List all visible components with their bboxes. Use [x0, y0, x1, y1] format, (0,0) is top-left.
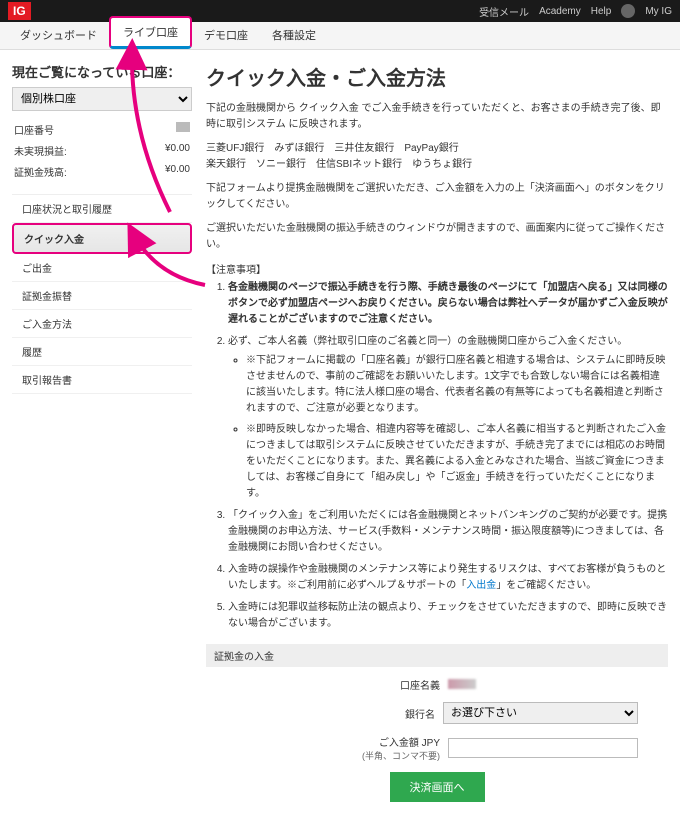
row-unrealized-pl: 未実現損益:¥0.00 — [12, 140, 192, 161]
menu-deposit-method[interactable]: ご入金方法 — [12, 310, 192, 338]
top-link-help[interactable]: Help — [591, 6, 612, 17]
label-bank: 銀行名 — [405, 706, 435, 721]
page-title: クイック入金・ご入金方法 — [206, 62, 668, 91]
menu-status-history[interactable]: 口座状況と取引履歴 — [12, 195, 192, 223]
menu-withdrawal[interactable]: ご出金 — [12, 254, 192, 282]
intro2: 下記フォームより提携金融機関をご選択いただき、ご入金額を入力の上「決済画面へ」の… — [206, 181, 668, 213]
notes-list: 各金融機関のページで振込手続きを行う際、手続き最後のページにて「加盟店へ戻る」又… — [206, 280, 668, 632]
navbar: ダッシュボード ライブ口座 デモ口座 各種設定 — [0, 22, 680, 50]
intro3: ご選択いただいた金融機関の振込手続きのウィンドウが開きますので、画面案内に従って… — [206, 221, 668, 253]
bank-select[interactable]: お選び下さい — [443, 702, 638, 724]
section-margin-deposit: 証拠金の入金 — [206, 644, 668, 667]
note-5: 入金時には犯罪収益移転防止法の観点より、チェックをさせていただきますので、即時に… — [228, 600, 668, 632]
note-1: 各金融機関のページで振込手続きを行う際、手続き最後のページにて「加盟店へ戻る」又… — [228, 280, 668, 328]
value-account-name — [448, 679, 638, 690]
account-select[interactable]: 個別株口座 — [12, 87, 192, 111]
submit-button[interactable]: 決済画面へ — [390, 772, 485, 802]
row-account-number: 口座番号 — [12, 119, 192, 140]
topbar: IG 受信メール Academy Help My IG — [0, 0, 680, 22]
top-link-myig[interactable]: My IG — [645, 6, 672, 17]
menu-trade-report[interactable]: 取引報告書 — [12, 366, 192, 394]
banks-list: 三菱UFJ銀行 みずほ銀行 三井住友銀行 PayPay銀行 楽天銀行 ソニー銀行… — [206, 141, 668, 173]
label-amount: ご入金額 JPY — [362, 734, 440, 749]
label-account-name: 口座名義 — [400, 677, 440, 692]
nav-demo-account[interactable]: デモ口座 — [192, 21, 260, 49]
nav-settings[interactable]: 各種設定 — [260, 21, 328, 49]
note-2: 必ず、ご本人名義（弊社取引口座のご名義と同一）の金融機関口座からご入金ください。… — [228, 334, 668, 502]
note-3: 「クイック入金」をご利用いただくには各金融機関とネットバンキングのご契約が必要で… — [228, 508, 668, 556]
deposit-form: 口座名義 銀行名 お選び下さい ご入金額 JPY (半角、コンマ不要) — [206, 677, 668, 802]
user-icon[interactable] — [621, 4, 635, 18]
note-title: 【注意事項】 — [206, 261, 668, 276]
sidebar: 現在ご覧になっている口座： 個別株口座 口座番号 未実現損益:¥0.00 証拠金… — [12, 62, 192, 802]
amount-input[interactable] — [448, 738, 638, 758]
menu-margin-transfer[interactable]: 証拠金振替 — [12, 282, 192, 310]
sidebar-title: 現在ご覧になっている口座： — [12, 62, 192, 81]
menu-history[interactable]: 履歴 — [12, 338, 192, 366]
menu-quick-deposit[interactable]: クイック入金 — [12, 223, 192, 254]
intro1: 下記の金融機関から クイック入金 でご入金手続きを行っていただくと、お客さまの手… — [206, 101, 668, 133]
link-deposit-withdraw[interactable]: 入出金 — [466, 580, 496, 591]
label-amount-sub: (半角、コンマ不要) — [362, 749, 440, 762]
note-4: 入金時の誤操作や金融機関のメンテナンス等により発生するリスクは、すべてお客様が負… — [228, 562, 668, 594]
row-margin-balance: 証拠金残高:¥0.00 — [12, 161, 192, 182]
nav-live-account[interactable]: ライブ口座 — [109, 16, 192, 49]
top-link-mail[interactable]: 受信メール — [479, 4, 529, 19]
sidebar-menu: 口座状況と取引履歴 クイック入金 ご出金 証拠金振替 ご入金方法 履歴 取引報告… — [12, 194, 192, 394]
logo: IG — [8, 2, 31, 20]
top-link-academy[interactable]: Academy — [539, 6, 581, 17]
nav-dashboard[interactable]: ダッシュボード — [8, 21, 109, 49]
content: クイック入金・ご入金方法 下記の金融機関から クイック入金 でご入金手続きを行っ… — [206, 62, 668, 802]
